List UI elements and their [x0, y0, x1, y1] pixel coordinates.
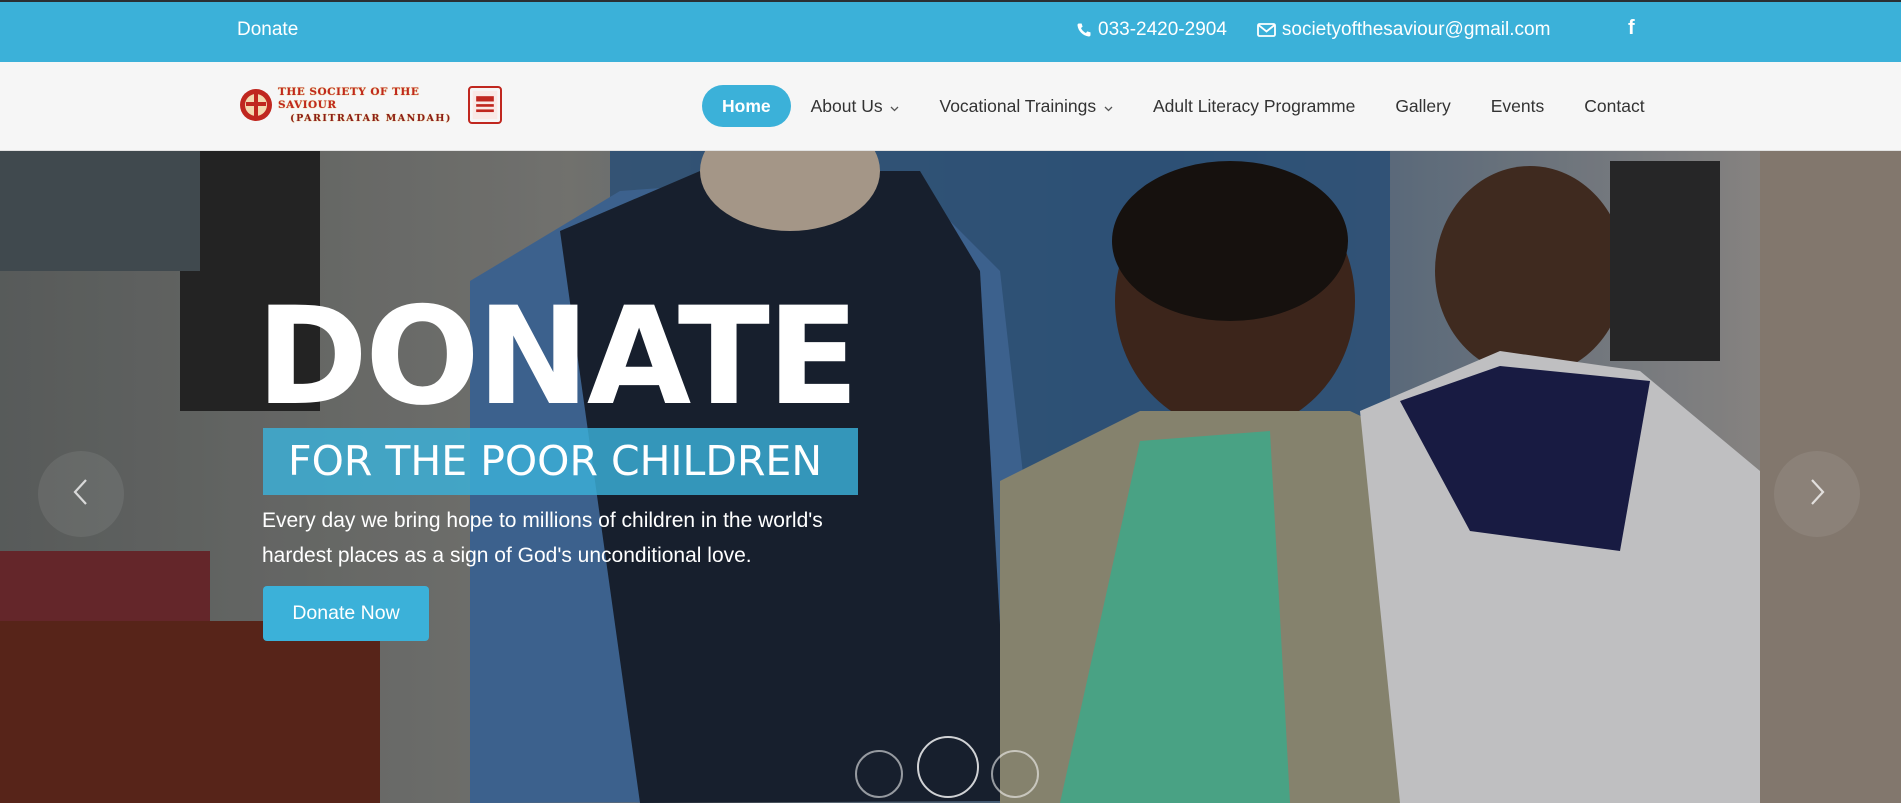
- donate-now-button[interactable]: Donate Now: [263, 586, 429, 641]
- nav-vocational-trainings-label: Vocational Trainings: [939, 96, 1097, 116]
- chevron-right-icon: [1808, 478, 1826, 511]
- nav-about-us[interactable]: About Us: [791, 85, 920, 127]
- phone-icon: [1076, 19, 1092, 41]
- slider-dot-active[interactable]: [917, 736, 979, 798]
- phone-contact[interactable]: 033-2420-2904: [1076, 19, 1227, 41]
- nav-about-us-label: About Us: [810, 96, 883, 116]
- slider-pagination: [855, 736, 1045, 798]
- hero-title: DONATE: [256, 278, 859, 435]
- chevron-down-icon: [1104, 103, 1113, 115]
- nav-events-label: Events: [1490, 96, 1545, 116]
- email-address: societyofthesaviour@gmail.com: [1281, 19, 1551, 40]
- logo-text: THE SOCIETY OF THE SAVIOUR (PARITRATAR M…: [278, 86, 464, 125]
- logo-line-1: THE SOCIETY OF THE SAVIOUR: [278, 85, 420, 111]
- nav-home-label: Home: [722, 96, 771, 116]
- hero-slider: DONATE FOR THE POOR CHILDREN Every day w…: [0, 151, 1901, 803]
- main-navbar: THE SOCIETY OF THE SAVIOUR (PARITRATAR M…: [0, 62, 1901, 151]
- logo-line-2: (PARITRATAR MANDAH): [290, 112, 452, 124]
- nav-gallery-label: Gallery: [1395, 96, 1451, 116]
- hero-description: Every day we bring hope to millions of c…: [262, 509, 823, 567]
- hero-subtitle-band: FOR THE POOR CHILDREN: [263, 428, 858, 495]
- facebook-icon[interactable]: f: [1628, 17, 1635, 40]
- nav-gallery[interactable]: Gallery: [1375, 85, 1470, 127]
- donate-link[interactable]: Donate: [237, 19, 298, 41]
- phone-number: 033-2420-2904: [1098, 19, 1227, 40]
- slider-prev-button[interactable]: [38, 451, 124, 537]
- nav-adult-literacy[interactable]: Adult Literacy Programme: [1133, 85, 1375, 127]
- nav-contact-label: Contact: [1584, 96, 1645, 116]
- slider-next-button[interactable]: [1774, 451, 1860, 537]
- chevron-down-icon: [890, 103, 899, 115]
- nav-contact[interactable]: Contact: [1564, 85, 1664, 127]
- email-contact[interactable]: societyofthesaviour@gmail.com: [1256, 19, 1551, 41]
- site-logo[interactable]: THE SOCIETY OF THE SAVIOUR (PARITRATAR M…: [238, 85, 502, 125]
- nav-vocational-trainings[interactable]: Vocational Trainings: [919, 85, 1133, 127]
- nav-home[interactable]: Home: [702, 85, 791, 127]
- main-menu: Home About Us Vocational Trainings Adult…: [702, 85, 1665, 127]
- envelope-icon: [1256, 19, 1276, 41]
- chevron-left-icon: [72, 478, 90, 511]
- nav-adult-literacy-label: Adult Literacy Programme: [1153, 96, 1356, 116]
- hero-subtitle: FOR THE POOR CHILDREN: [288, 437, 823, 485]
- cross-crest-icon: [240, 89, 272, 121]
- nav-events[interactable]: Events: [1471, 85, 1565, 127]
- seal-icon: [468, 86, 502, 124]
- contact-info: 033-2420-2904 societyofthesaviour@gmail.…: [1076, 19, 1550, 41]
- top-bar: Donate 033-2420-2904 societyofthesaviour…: [0, 0, 1901, 62]
- slider-dot[interactable]: [991, 750, 1039, 798]
- slider-dot[interactable]: [855, 750, 903, 798]
